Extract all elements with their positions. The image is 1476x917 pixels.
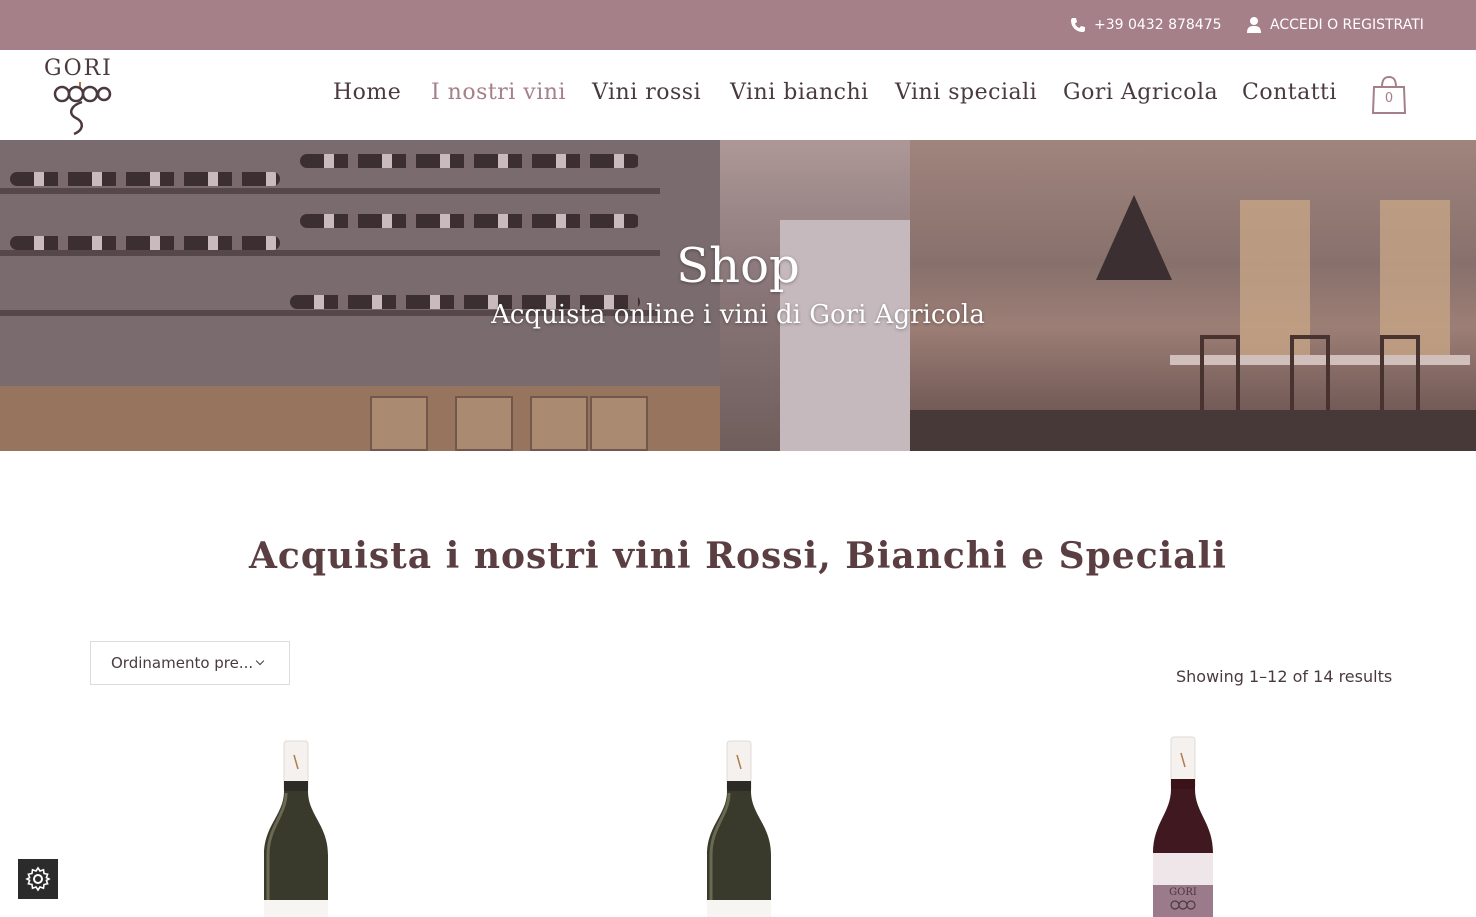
section-title: Acquista i nostri vini Rossi, Bianchi e … (249, 535, 1227, 577)
account-label: ACCEDI O REGISTRATI (1270, 17, 1424, 33)
phone-number: +39 0432 878475 (1094, 17, 1222, 33)
site-logo[interactable]: GORI (42, 56, 122, 138)
nav-home[interactable]: Home (333, 80, 401, 105)
nav-contatti[interactable]: Contatti (1242, 80, 1337, 105)
bottle-label-text: GORI (1169, 887, 1197, 898)
white-wine-bottle-icon (264, 740, 328, 917)
product-card[interactable] (256, 735, 336, 917)
hero-subtitle: Acquista online i vini di Gori Agricola (491, 300, 985, 330)
cart-count: 0 (1384, 91, 1394, 106)
phone-icon (1071, 18, 1085, 32)
orderby-value: Ordinamento pre... (111, 654, 254, 672)
results-count: Showing 1–12 of 14 results (1176, 667, 1393, 686)
phone-link[interactable]: +39 0432 878475 (1070, 14, 1222, 36)
red-wine-bottle-icon: GORI (1153, 736, 1213, 917)
hero-overlay (0, 140, 1476, 451)
nav-vini-bianchi[interactable]: Vini bianchi (730, 80, 869, 105)
cart-button[interactable]: 0 (1371, 75, 1407, 115)
site-header: GORI Home I nostri vini Vini rossi Vini … (0, 50, 1476, 140)
logo-text: GORI (44, 56, 113, 81)
grape-logo-icon (53, 82, 112, 136)
white-wine-bottle-icon (707, 740, 771, 917)
user-icon (1247, 17, 1261, 33)
nav-i-nostri-vini[interactable]: I nostri vini (431, 80, 566, 105)
gear-icon (25, 866, 51, 892)
top-bar: +39 0432 878475 ACCEDI O REGISTRATI (0, 0, 1476, 50)
product-card[interactable]: GORI (1143, 735, 1223, 917)
chevron-down-icon (255, 656, 265, 666)
product-card[interactable] (699, 735, 779, 917)
settings-button[interactable] (18, 859, 58, 899)
hero-banner: Shop Acquista online i vini di Gori Agri… (0, 140, 1476, 451)
nav-vini-speciali[interactable]: Vini speciali (895, 80, 1037, 105)
account-link[interactable]: ACCEDI O REGISTRATI (1246, 14, 1424, 36)
nav-vini-rossi[interactable]: Vini rossi (592, 80, 701, 105)
hero-title: Shop (676, 238, 800, 294)
orderby-select[interactable]: Ordinamento pre... (90, 641, 290, 685)
nav-gori-agricola[interactable]: Gori Agricola (1063, 80, 1218, 105)
